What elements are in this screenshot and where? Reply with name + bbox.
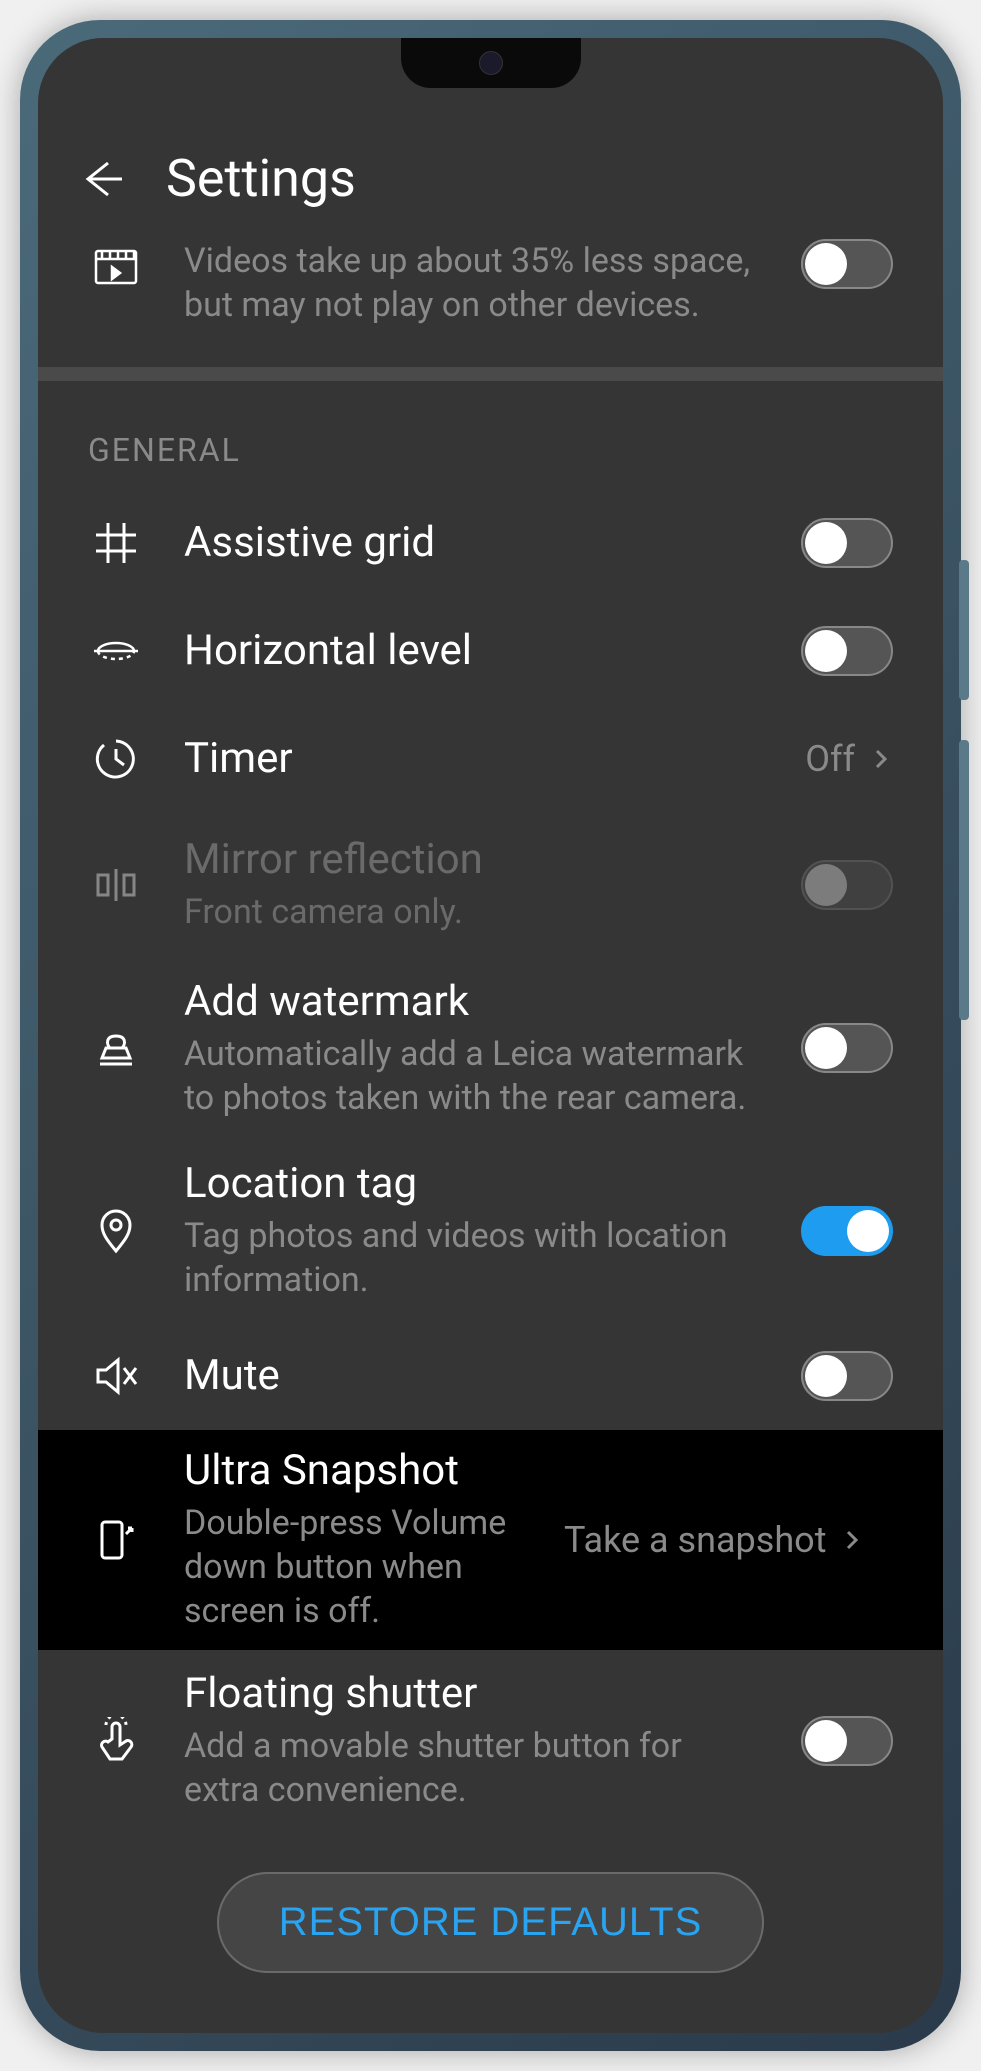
section-divider	[38, 367, 943, 381]
header: Settings	[38, 118, 943, 239]
location-pin-icon	[88, 1203, 144, 1259]
row-title: Assistive grid	[184, 518, 761, 567]
row-title: Mute	[184, 1351, 761, 1400]
row-assistive-grid[interactable]: Assistive grid	[38, 489, 943, 597]
phone-notch	[401, 38, 581, 88]
tap-icon	[88, 1713, 144, 1769]
chevron-right-icon	[869, 747, 893, 771]
phone-side-button	[959, 740, 969, 1020]
row-subtitle: Front camera only.	[184, 890, 761, 934]
assistive-grid-toggle[interactable]	[801, 518, 893, 568]
row-add-watermark[interactable]: Add watermark Automatically add a Leica …	[38, 957, 943, 1139]
ultra-snapshot-value: Take a snapshot	[564, 1519, 826, 1561]
row-title: Floating shutter	[184, 1669, 761, 1718]
restore-defaults-button[interactable]: RESTORE DEFAULTS	[217, 1872, 765, 1973]
efficient-video-row: Videos take up about 35% less space, but…	[38, 239, 943, 367]
phone-frame: Settings Videos take up about 35% less s…	[20, 20, 961, 2051]
ultra-snapshot-icon	[88, 1512, 144, 1568]
floating-shutter-toggle[interactable]	[801, 1716, 893, 1766]
row-title: Location tag	[184, 1159, 761, 1208]
row-mirror-reflection: Mirror reflection Front camera only.	[38, 812, 943, 957]
mirror-icon	[88, 857, 144, 913]
mute-toggle[interactable]	[801, 1351, 893, 1401]
chevron-right-icon	[840, 1528, 864, 1552]
row-subtitle: Double-press Volume down button when scr…	[184, 1501, 524, 1634]
row-horizontal-level[interactable]: Horizontal level	[38, 597, 943, 705]
horizontal-level-toggle[interactable]	[801, 626, 893, 676]
mirror-reflection-toggle	[801, 860, 893, 910]
row-title: Timer	[184, 734, 765, 783]
timer-value: Off	[805, 738, 855, 780]
row-timer[interactable]: Timer Off	[38, 705, 943, 813]
level-icon	[88, 623, 144, 679]
stamp-icon	[88, 1020, 144, 1076]
row-title: Horizontal level	[184, 626, 761, 675]
row-title: Add watermark	[184, 977, 761, 1026]
row-subtitle: Automatically add a Leica watermark to p…	[184, 1032, 761, 1120]
phone-screen: Settings Videos take up about 35% less s…	[38, 38, 943, 2033]
row-subtitle: Tag photos and videos with location info…	[184, 1214, 761, 1302]
efficient-video-subtitle: Videos take up about 35% less space, but…	[184, 239, 761, 327]
row-location-tag[interactable]: Location tag Tag photos and videos with …	[38, 1139, 943, 1321]
row-title: Mirror reflection	[184, 835, 761, 884]
video-file-icon	[88, 239, 144, 295]
row-title: Ultra Snapshot	[184, 1446, 524, 1495]
row-mute[interactable]: Mute	[38, 1322, 943, 1430]
section-header-general: GENERAL	[38, 381, 943, 489]
page-title: Settings	[166, 148, 356, 209]
efficient-video-toggle[interactable]	[801, 239, 893, 289]
mute-icon	[88, 1348, 144, 1404]
row-floating-shutter[interactable]: Floating shutter Add a movable shutter b…	[38, 1650, 943, 1832]
location-tag-toggle[interactable]	[801, 1206, 893, 1256]
grid-icon	[88, 515, 144, 571]
timer-icon	[88, 731, 144, 787]
row-ultra-snapshot[interactable]: Ultra Snapshot Double-press Volume down …	[38, 1430, 943, 1650]
row-subtitle: Add a movable shutter button for extra c…	[184, 1724, 761, 1812]
add-watermark-toggle[interactable]	[801, 1023, 893, 1073]
back-arrow-icon[interactable]	[78, 155, 126, 203]
phone-side-button	[959, 560, 969, 700]
